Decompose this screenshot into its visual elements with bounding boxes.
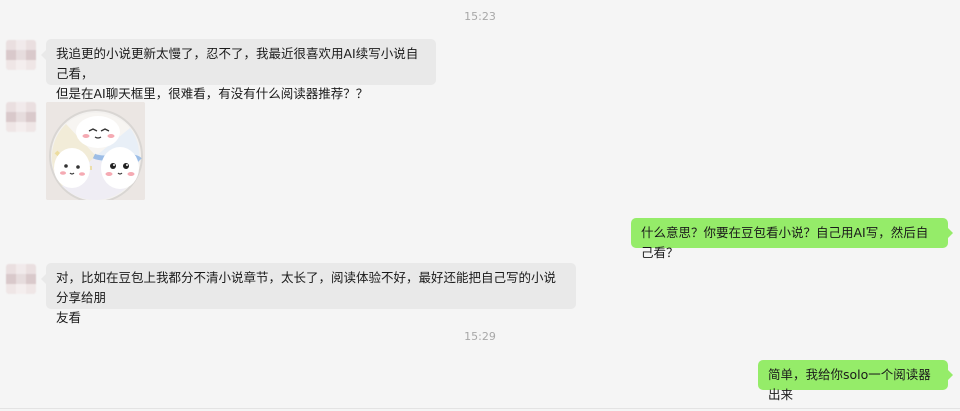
contact-avatar[interactable]	[6, 102, 36, 132]
contact-avatar[interactable]	[6, 40, 36, 70]
incoming-message[interactable]: 对，比如在豆包上我都分不清小说章节，太长了，阅读体验不好，最好还能把自己写的小说…	[41, 263, 576, 325]
timestamp: 15:23	[464, 10, 496, 23]
contact-avatar[interactable]	[6, 264, 36, 294]
outgoing-message[interactable]: 简单，我给你solo一个阅读器出来	[758, 360, 953, 402]
outgoing-message[interactable]: 什么意思？你要在豆包看小说？自己用AI写，然后自己看？	[631, 218, 953, 260]
sticker-image[interactable]	[46, 102, 145, 200]
incoming-message[interactable]: 我追更的小说更新太慢了，忍不了，我最近很喜欢用AI续写小说自己看， 但是在AI聊…	[41, 39, 436, 101]
cartoon-faces-sticker-icon	[46, 102, 145, 200]
timestamp: 15:29	[464, 330, 496, 343]
divider	[0, 408, 960, 409]
chat-window: 15:23 我追更的小说更新太慢了，忍不了，我最近很喜欢用AI续写小说自己看， …	[0, 0, 960, 411]
